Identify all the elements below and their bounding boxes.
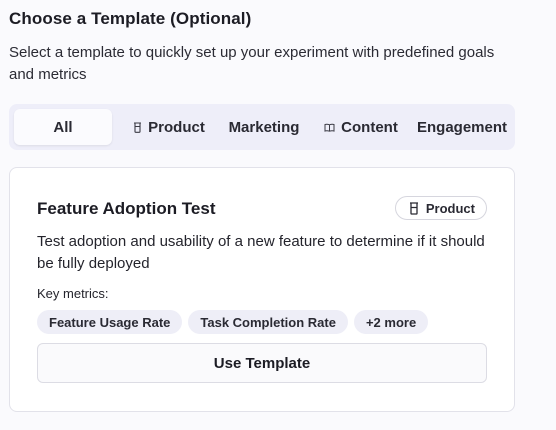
category-badge: Product xyxy=(394,196,487,220)
metric-chip: Feature Usage Rate xyxy=(37,310,183,334)
metrics-label: Key metrics: xyxy=(37,286,109,301)
metrics-list: Feature Usage Rate Task Completion Rate … xyxy=(37,310,429,334)
use-template-button[interactable]: Use Template xyxy=(37,343,487,383)
tab-product[interactable]: Product xyxy=(117,109,221,145)
book-icon xyxy=(324,123,335,132)
tab-label: Marketing xyxy=(228,118,300,136)
template-card: Feature Adoption Test Product Test adopt… xyxy=(9,167,515,412)
tab-label: Content xyxy=(341,118,398,136)
template-description: Test adoption and usability of a new fea… xyxy=(37,233,485,272)
tab-label: All xyxy=(53,118,73,136)
page-title: Choose a Template (Optional) xyxy=(9,9,252,28)
tab-all[interactable]: All xyxy=(14,109,112,145)
template-category-tabs: All Product Marketing Content Engagement xyxy=(9,104,515,150)
tab-engagement[interactable]: Engagement xyxy=(413,109,511,145)
more-metrics-chip: +2 more xyxy=(353,310,429,334)
tab-content[interactable]: Content xyxy=(315,109,407,145)
tab-label: Engagement xyxy=(416,118,507,136)
page-subtitle: Select a template to quickly set up your… xyxy=(9,44,495,83)
metric-chip: Task Completion Rate xyxy=(188,310,348,334)
tab-label: Product xyxy=(148,118,205,136)
beaker-icon xyxy=(409,201,419,215)
template-title: Feature Adoption Test xyxy=(37,199,216,218)
tab-marketing[interactable]: Marketing xyxy=(221,109,307,145)
beaker-icon xyxy=(133,121,142,133)
badge-label: Product xyxy=(425,200,475,216)
